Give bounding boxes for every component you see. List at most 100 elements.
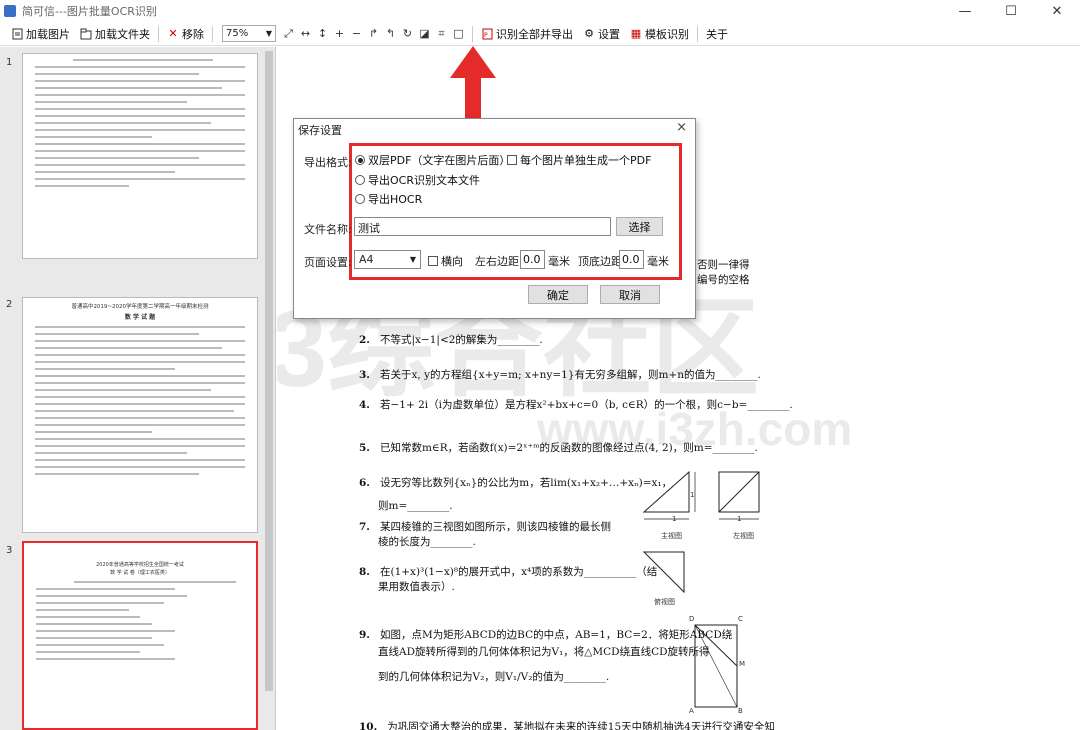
question: 7. 某四棱锥的三视图如图所示，则该四棱锥的最长侧: [359, 521, 611, 533]
load-folder-button[interactable]: 加载文件夹: [77, 24, 153, 44]
figure-dimension: 1: [690, 491, 695, 499]
zoom-value: 75%: [226, 28, 249, 39]
thumb-subheading: 数 学 试 卷（理工农医类）: [110, 570, 170, 576]
figure-dimension: 1: [672, 515, 677, 523]
crop-icon[interactable]: ⌗: [435, 27, 448, 40]
x-icon: ✕: [168, 27, 178, 40]
export-format-label: 导出格式:: [304, 156, 352, 169]
rotate-right-icon[interactable]: ↱: [367, 27, 380, 40]
about-button[interactable]: 关于: [703, 24, 731, 44]
settings-label: 设置: [598, 27, 620, 41]
thumb-subheading: 数 学 试 题: [124, 314, 156, 321]
partial-text: 否则一律得: [697, 259, 750, 271]
point-label: B: [738, 707, 743, 715]
tb-margin-input[interactable]: 0.0: [619, 250, 644, 269]
page-thumbnail-selected[interactable]: 2020年普通高等学校招生全国统一考试 数 学 试 卷（理工农医类）: [22, 541, 258, 730]
radio-label: 双层PDF（文字在图片后面）: [368, 154, 511, 167]
contrast-icon[interactable]: ◪: [418, 27, 431, 40]
thumbnail-content: [23, 59, 257, 187]
checkbox-icon: [428, 256, 438, 266]
red-arrow-annotation: [450, 46, 496, 124]
app-icon: [4, 5, 16, 17]
save-settings-dialog: 保存设置 × 导出格式: 双层PDF（文字在图片后面） 每个图片单独生成一个PD…: [293, 118, 696, 319]
maximize-button[interactable]: ☐: [988, 0, 1034, 22]
question-cont: 果用数值表示）.: [378, 581, 455, 593]
ocr-export-all-button[interactable]: P 识别全部并导出: [478, 24, 576, 44]
thumbnail-content: [24, 581, 256, 660]
load-folder-label: 加载文件夹: [95, 27, 150, 41]
page-size-value: A4: [359, 253, 374, 266]
lr-margin-input[interactable]: 0.0: [520, 250, 545, 269]
tb-margin-label: 顶底边距: [578, 255, 622, 268]
close-button[interactable]: ✕: [1034, 0, 1080, 22]
page-size-dropdown[interactable]: A4 ▼: [354, 250, 421, 269]
filename-input[interactable]: 测试: [354, 217, 611, 236]
template-icon: ▦: [630, 27, 642, 40]
toolbar-divider: [697, 25, 698, 42]
about-label: 关于: [706, 27, 728, 41]
page-thumbnail[interactable]: 普通高中2019~2020学年度第二学期高一年级期末检测 数 学 试 题: [22, 297, 258, 533]
figure-dimension: 1: [737, 515, 742, 523]
question-cont: 则m=________.: [378, 500, 453, 512]
figure-label: 主视图: [661, 532, 682, 540]
ocr-export-all-label: 识别全部并导出: [496, 27, 573, 41]
question-cont: 到的几何体体积记为V₂，则V₁/V₂的值为________.: [378, 671, 610, 683]
radio-hocr[interactable]: 导出HOCR: [355, 191, 422, 207]
chevron-down-icon: ▼: [265, 29, 272, 38]
point-label: M: [739, 660, 746, 668]
radio-icon: [355, 175, 365, 185]
radio-selected-icon: [355, 155, 365, 165]
scrollbar-thumb[interactable]: [265, 51, 273, 691]
thumbnail-panel: 1 2 普通高中2019~2020学年度第二学期高一年级期末检测 数 学 试 题…: [0, 47, 276, 730]
refresh-icon[interactable]: ↻: [401, 27, 414, 40]
toolbar-divider: [472, 25, 473, 42]
cancel-button[interactable]: 取消: [600, 285, 660, 304]
zoom-dropdown[interactable]: 75% ▼: [222, 25, 276, 42]
fit-height-icon[interactable]: ↕: [316, 27, 329, 40]
fit-page-icon[interactable]: ⤢: [282, 27, 295, 40]
checkbox-landscape[interactable]: 横向: [428, 253, 463, 269]
point-label: C: [738, 615, 743, 623]
folder-icon: [80, 28, 92, 40]
fit-width-icon[interactable]: ↔: [299, 27, 312, 40]
gear-icon: ⚙: [584, 27, 594, 40]
zoom-in-icon[interactable]: +: [333, 27, 346, 40]
question: 2. 不等式|x−1|<2的解集为________.: [359, 334, 543, 346]
svg-text:P: P: [484, 32, 488, 39]
question: 4. 若−1+ 2i（i为虚数单位）是方程x²+bx+c=0（b, c∈R）的一个…: [359, 399, 793, 411]
image-file-icon: [11, 28, 23, 40]
remove-button[interactable]: ✕ 移除: [164, 24, 207, 44]
load-image-button[interactable]: 加载图片: [8, 24, 73, 44]
ok-button[interactable]: 确定: [528, 285, 588, 304]
rotate-left-icon[interactable]: ↰: [384, 27, 397, 40]
radio-label: 导出HOCR: [368, 193, 423, 206]
page-thumbnail[interactable]: [22, 53, 258, 259]
zoom-out-icon[interactable]: −: [350, 27, 363, 40]
settings-button[interactable]: ⚙ 设置: [580, 24, 623, 44]
lr-margin-label: 左右边距: [475, 255, 519, 268]
dialog-close-icon[interactable]: ×: [676, 120, 687, 135]
toolbar-divider: [158, 25, 159, 42]
thumbnail-scrollbar[interactable]: [263, 47, 275, 730]
checkbox-each-pdf[interactable]: 每个图片单独生成一个PDF: [507, 152, 651, 168]
select-rect-icon[interactable]: □: [452, 27, 465, 40]
radio-dual-pdf[interactable]: 双层PDF（文字在图片后面）: [355, 152, 510, 168]
thumb-number: 3: [6, 545, 13, 556]
chevron-down-icon: ▼: [409, 255, 416, 264]
template-ocr-button[interactable]: ▦ 模板识别: [627, 24, 692, 44]
checkbox-label: 横向: [441, 255, 463, 268]
radio-ocr-text[interactable]: 导出OCR识别文本文件: [355, 172, 480, 188]
template-ocr-label: 模板识别: [645, 27, 689, 41]
browse-button[interactable]: 选择: [616, 217, 663, 236]
minimize-button[interactable]: —: [942, 0, 988, 22]
filename-label: 文件名称:: [304, 223, 352, 236]
question-cont: 直线AD旋转所得到的几何体体积记为V₁，将△MCD绕直线CD旋转所得: [378, 646, 710, 658]
figure-label: 俯视图: [654, 598, 675, 606]
point-label: D: [689, 615, 695, 623]
remove-label: 移除: [182, 27, 204, 41]
thumb-number: 1: [6, 57, 13, 68]
checkbox-label: 每个图片单独生成一个PDF: [520, 154, 652, 167]
figure-label: 左视图: [733, 532, 754, 540]
title-bar: 简可信---图片批量OCR识别 — ☐ ✕: [0, 0, 1080, 22]
lr-unit: 毫米: [548, 255, 570, 268]
